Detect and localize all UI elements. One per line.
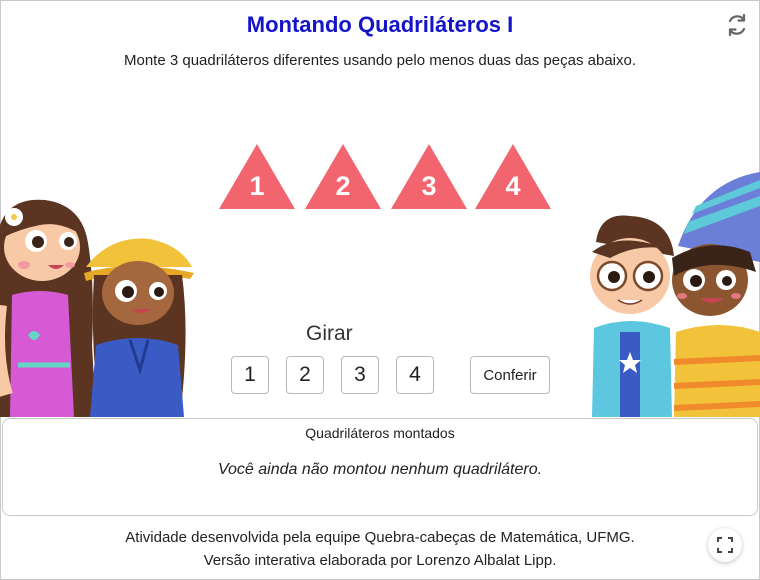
piece-2[interactable]: 2: [304, 143, 382, 210]
footer-author: Versão interativa elaborada por Lorenzo …: [203, 552, 557, 569]
piece-3[interactable]: 3: [390, 143, 468, 210]
rotate-piece-4-button[interactable]: 4: [396, 356, 434, 394]
piece-1-label: 1: [249, 171, 265, 201]
rotate-piece-3-button[interactable]: 3: [341, 356, 379, 394]
page-title: Montando Quadriláteros I: [246, 12, 514, 37]
reset-icon[interactable]: [724, 12, 750, 38]
rotate-label: Girar: [306, 322, 353, 345]
piece-4-label: 4: [505, 171, 521, 201]
piece-3-label: 3: [421, 171, 437, 201]
assembled-panel: Quadriláteros montados Você ainda não mo…: [2, 418, 758, 516]
footer-credits: Atividade desenvolvida pela equipe Quebr…: [125, 529, 635, 546]
rotate-piece-1-button[interactable]: 1: [231, 356, 269, 394]
piece-4[interactable]: 4: [474, 143, 552, 210]
instruction-text: Monte 3 quadriláteros diferentes usando …: [124, 52, 636, 69]
assembled-empty-message: Você ainda não montou nenhum quadriláter…: [217, 461, 543, 478]
fullscreen-button[interactable]: [708, 528, 742, 562]
check-button[interactable]: Conferir: [470, 356, 550, 394]
piece-2-label: 2: [335, 171, 351, 201]
rotate-piece-2-button[interactable]: 2: [286, 356, 324, 394]
assembled-title: Quadriláteros montados: [305, 425, 455, 441]
kids-illustration-left: [0, 199, 194, 417]
piece-1[interactable]: 1: [218, 143, 296, 210]
fullscreen-icon: [717, 537, 733, 553]
pieces-area: 1 2 3 4: [0, 143, 760, 213]
